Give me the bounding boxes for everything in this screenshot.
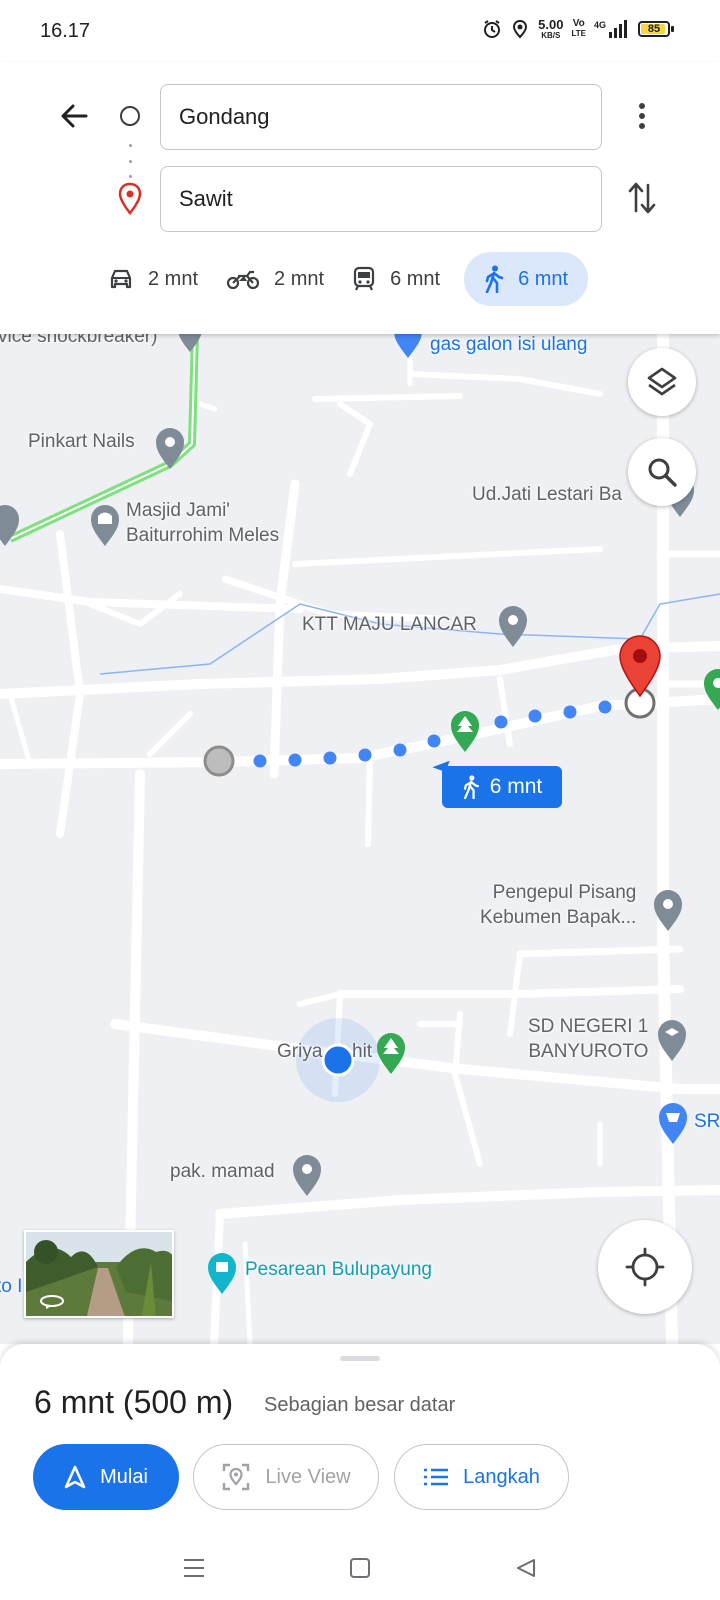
tab-transit[interactable]: 6 mnt xyxy=(338,252,454,306)
more-vert-icon xyxy=(639,103,645,129)
signal-icon xyxy=(609,20,627,38)
home-button[interactable] xyxy=(344,1552,376,1584)
map-label-pengepul-pisang[interactable]: Pengepul Pisang Kebumen Bapak... xyxy=(480,880,636,930)
back-nav-button[interactable] xyxy=(510,1552,542,1584)
navigation-arrow-icon xyxy=(64,1465,86,1489)
route-start-circle xyxy=(203,745,235,777)
origin-circle-icon xyxy=(120,106,140,126)
steps-button[interactable]: Langkah xyxy=(394,1444,569,1510)
list-icon xyxy=(424,1468,449,1486)
transit-icon xyxy=(353,266,375,291)
signal-indicator: 4G xyxy=(594,20,630,38)
arrow-back-icon xyxy=(61,104,88,128)
map-label-gas-galon[interactable]: gas galon isi ulang xyxy=(430,334,587,357)
street-view-thumbnail[interactable] xyxy=(24,1230,174,1318)
walk-icon xyxy=(463,775,479,799)
car-icon xyxy=(110,269,132,289)
my-location-dot xyxy=(321,1043,355,1077)
map-label-jati-lestari[interactable]: Ud.Jati Lestari Ba xyxy=(472,482,622,507)
alarm-icon xyxy=(484,20,501,38)
map-label-sd-negeri[interactable]: SD NEGERI 1 BANYUROTO xyxy=(528,1014,648,1064)
destination-input[interactable]: Sawit xyxy=(160,166,602,232)
map-label-edge-left[interactable]: to I xyxy=(0,1274,22,1299)
tab-walking[interactable]: 6 mnt xyxy=(464,252,589,306)
origin-input[interactable]: Gondang xyxy=(160,84,602,150)
swap-locations-button[interactable] xyxy=(620,176,664,220)
tab-transit-label: 6 mnt xyxy=(390,267,441,290)
walk-icon xyxy=(485,265,504,293)
map-label-griya-suffix[interactable]: hit xyxy=(352,1039,372,1064)
more-options-button[interactable] xyxy=(620,94,664,138)
home-square-icon xyxy=(350,1558,370,1578)
route-time-badge[interactable]: 6 mnt xyxy=(442,766,562,808)
back-triangle-icon xyxy=(517,1559,535,1577)
tab-motorcycle-label: 2 mnt xyxy=(274,267,325,290)
menu-icon xyxy=(184,1559,204,1577)
volte-indicator: Vo LTE xyxy=(571,19,586,39)
live-view-label: Live View xyxy=(265,1465,351,1488)
crosshair-icon xyxy=(625,1247,665,1287)
destination-pin-icon xyxy=(118,182,142,215)
map-label-pak-mamad[interactable]: pak. mamad xyxy=(170,1159,275,1184)
layers-button[interactable] xyxy=(628,348,696,416)
map-label-masjid[interactable]: Masjid Jami' Baiturrohim Meles xyxy=(126,498,279,548)
start-navigation-button[interactable]: Mulai xyxy=(33,1444,179,1510)
rotate-360-icon xyxy=(40,1295,64,1309)
swap-vert-icon xyxy=(628,182,656,214)
motorcycle-icon xyxy=(226,270,260,290)
recent-apps-button[interactable] xyxy=(178,1552,210,1584)
search-along-route-button[interactable] xyxy=(628,438,696,506)
speed-value: 5.00 xyxy=(538,17,564,32)
my-location-button[interactable] xyxy=(598,1220,692,1314)
network-type: 4G xyxy=(593,20,606,30)
system-navigation-bar xyxy=(0,1536,720,1600)
live-view-button[interactable]: Live View xyxy=(193,1444,379,1510)
location-icon xyxy=(513,19,528,39)
tab-motorcycle[interactable]: 2 mnt xyxy=(212,252,338,306)
map-label-griya[interactable]: Griya xyxy=(277,1039,322,1064)
route-terrain-note: Sebagian besar datar xyxy=(264,1394,456,1416)
speed-unit: KB/S xyxy=(541,31,561,40)
volte-bottom: LTE xyxy=(571,29,586,38)
drag-handle[interactable] xyxy=(340,1356,380,1361)
steps-label: Langkah xyxy=(463,1465,540,1488)
back-button[interactable] xyxy=(52,94,96,138)
map-label-pesarean[interactable]: Pesarean Bulupayung xyxy=(245,1257,432,1282)
destination-marker xyxy=(619,635,661,698)
status-icons: 5.00 KB/S Vo LTE 4G 85 xyxy=(482,18,674,40)
map-label-sr[interactable]: SR xyxy=(694,1109,720,1134)
tab-driving[interactable]: 2 mnt xyxy=(94,252,212,306)
battery-icon: 85 xyxy=(638,21,674,37)
start-navigation-label: Mulai xyxy=(100,1465,148,1488)
tab-driving-label: 2 mnt xyxy=(148,267,199,290)
route-time-distance: 6 mnt (500 m) xyxy=(34,1384,234,1420)
layers-icon xyxy=(647,367,677,396)
network-speed: 5.00 KB/S xyxy=(538,18,563,40)
route-connector-dots xyxy=(128,144,132,178)
live-view-icon xyxy=(223,1463,250,1491)
map-label-pinkart-nails[interactable]: Pinkart Nails xyxy=(28,429,135,454)
map-label-ktt-maju-lancar[interactable]: KTT MAJU LANCAR xyxy=(302,612,477,637)
map-label-shockbreaker[interactable]: vice shockbreaker) xyxy=(0,334,157,349)
volte-top: Vo xyxy=(572,18,585,29)
route-time-label: 6 mnt xyxy=(489,775,543,798)
directions-header: Gondang Sawit 2 mnt 2 mnt 6 mnt 6 mnt xyxy=(0,62,720,334)
tab-walking-label: 6 mnt xyxy=(518,267,569,290)
battery-level: 85 xyxy=(647,23,661,35)
map-view[interactable]: vice shockbreaker) gas galon isi ulang P… xyxy=(0,334,720,1344)
status-bar: 16.17 5.00 KB/S Vo LTE 4G 85 xyxy=(0,0,720,62)
search-icon xyxy=(648,458,677,487)
travel-mode-tabs: 2 mnt 2 mnt 6 mnt 6 mnt xyxy=(94,252,589,306)
status-time: 16.17 xyxy=(40,20,91,42)
